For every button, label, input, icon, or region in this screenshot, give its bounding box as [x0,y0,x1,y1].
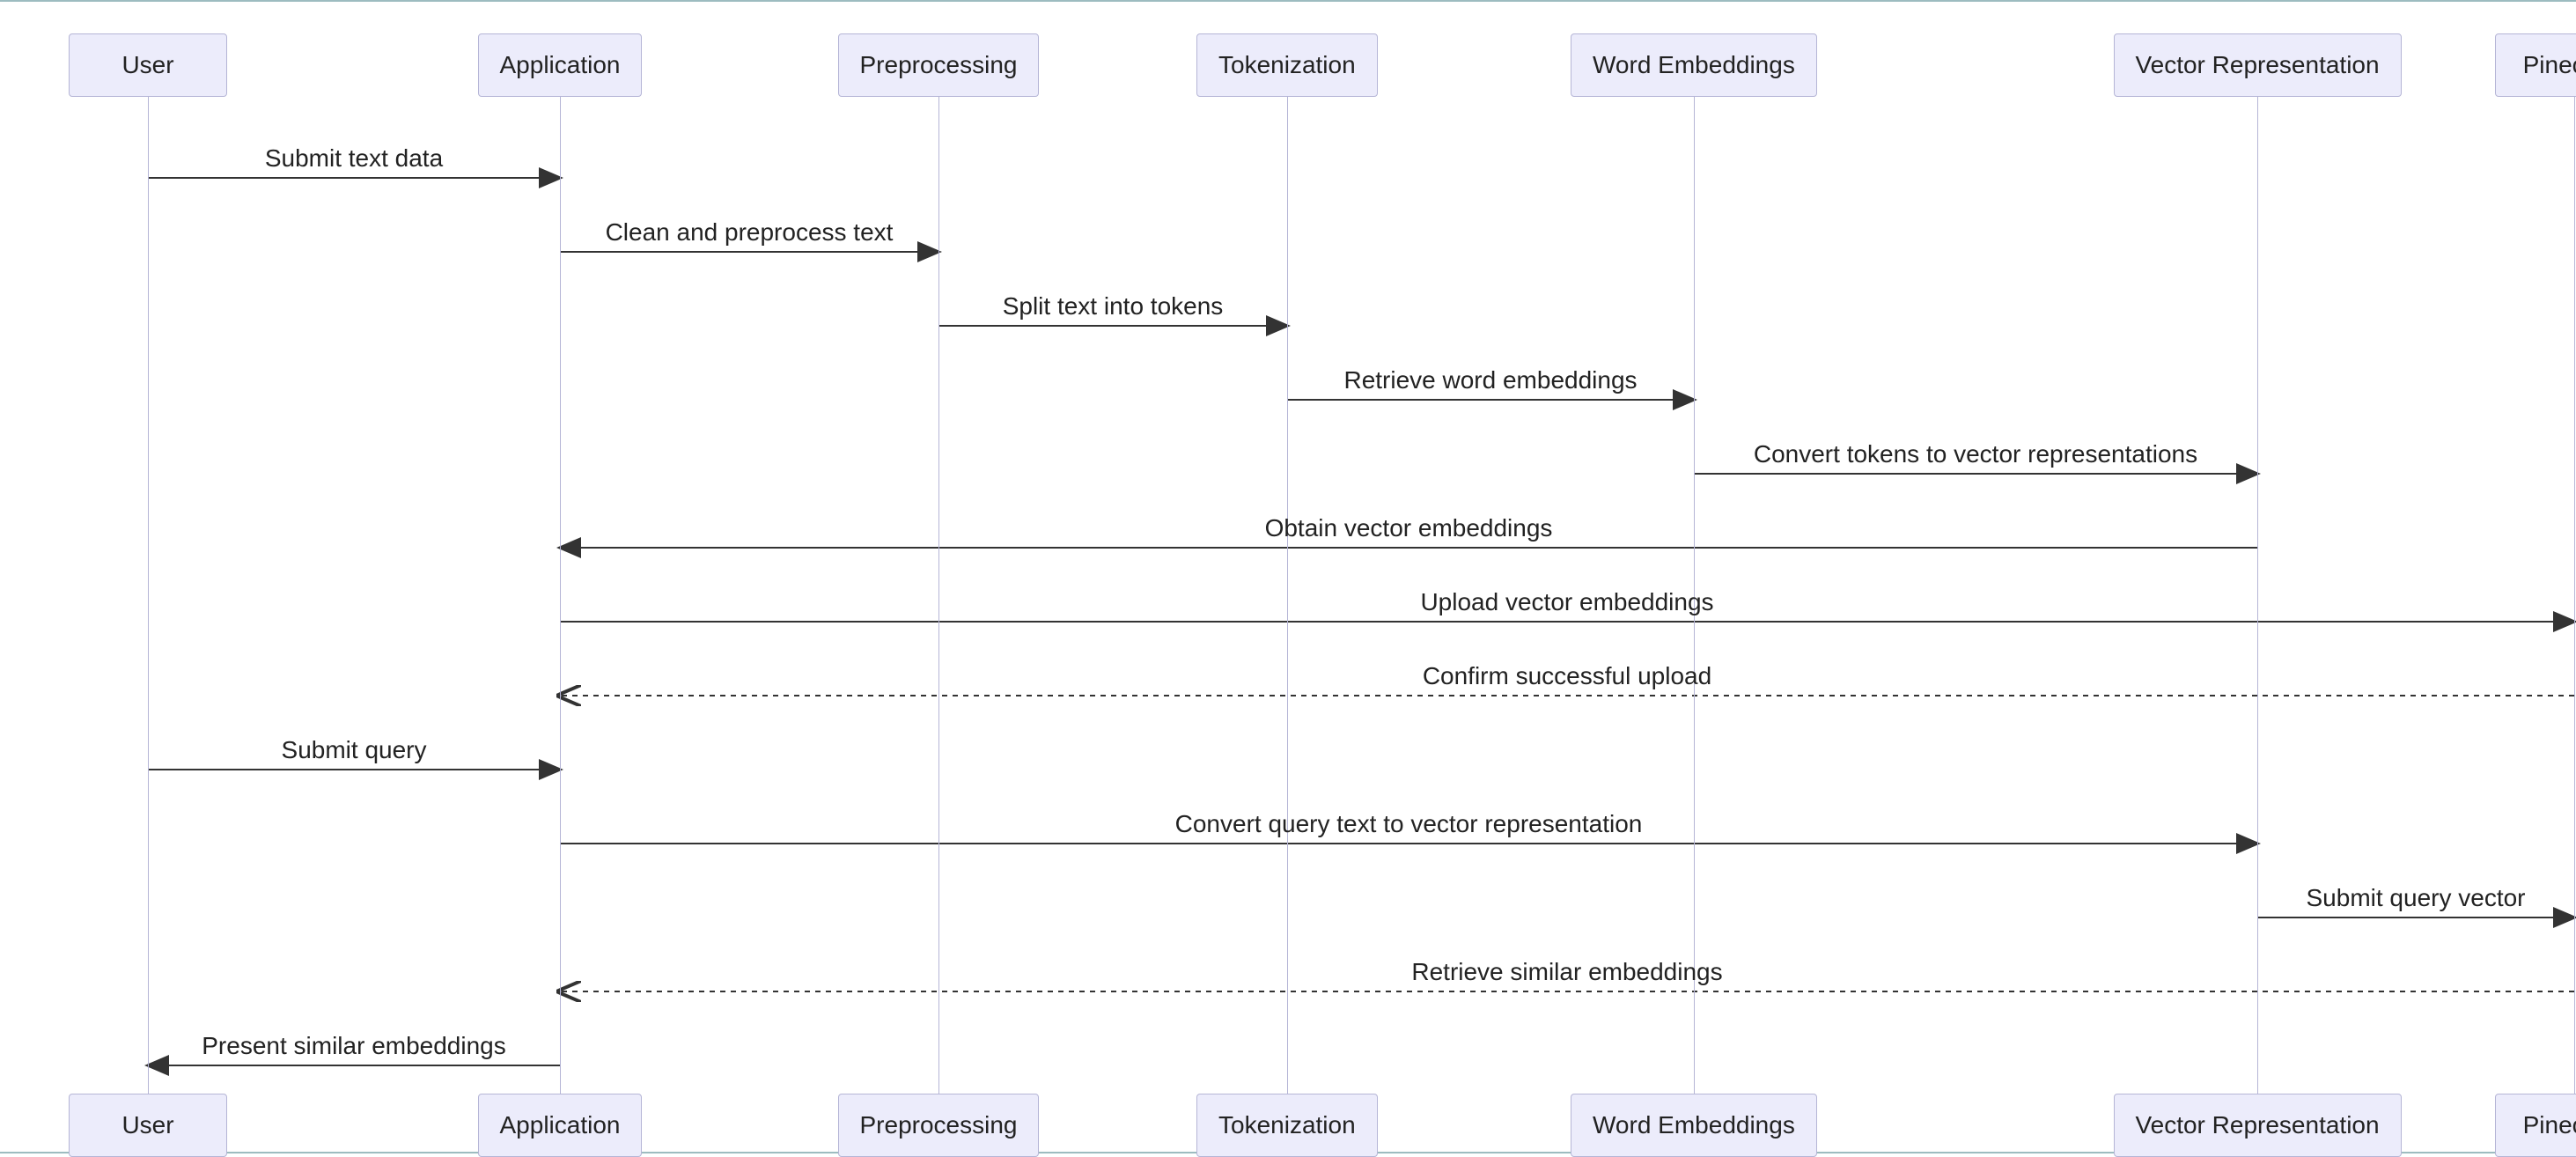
message-label: Retrieve similar embeddings [1411,958,1722,986]
actor-box-vecrep: Vector Representation [2114,1094,2402,1157]
actor-box-pinecone: Pinecone [2495,1094,2576,1157]
actor-box-user: User [69,33,227,97]
message-label: Convert tokens to vector representations [1754,440,2197,468]
message-label: Confirm successful upload [1423,662,1711,690]
actor-box-app: Application [478,1094,643,1157]
message-label: Upload vector embeddings [1420,588,1713,616]
actor-label: Vector Representation [2136,51,2380,79]
actor-label: Tokenization [1218,51,1356,79]
actor-box-user: User [69,1094,227,1157]
arrow-layer [0,2,2576,1155]
message-label: Submit query vector [2307,884,2526,912]
message-label: Retrieve word embeddings [1343,366,1637,394]
actor-box-token: Tokenization [1196,1094,1378,1157]
lifeline-pinecone [2574,97,2575,1094]
message-label: Split text into tokens [1003,292,1224,321]
actor-label: Vector Representation [2136,1111,2380,1139]
message-label: Submit query [282,736,427,764]
actor-label: User [121,51,173,79]
actor-label: Pinecone [2523,1111,2576,1139]
actor-label: Pinecone [2523,51,2576,79]
actor-box-embed: Word Embeddings [1571,33,1817,97]
lifeline-user [148,97,149,1094]
actor-label: Word Embeddings [1593,1111,1795,1139]
message-label: Obtain vector embeddings [1265,514,1553,542]
actor-label: User [121,1111,173,1139]
actor-label: Preprocessing [860,51,1018,79]
sequence-diagram: User User Application Application Preprocess… [0,0,2576,1153]
actor-box-pinecone: Pinecone [2495,33,2576,97]
actor-box-preproc: Preprocessing [838,1094,1040,1157]
actor-label: Word Embeddings [1593,51,1795,79]
lifeline-token [1287,97,1288,1094]
lifeline-app [560,97,561,1094]
actor-box-embed: Word Embeddings [1571,1094,1817,1157]
actor-box-preproc: Preprocessing [838,33,1040,97]
actor-label: Preprocessing [860,1111,1018,1139]
actor-label: Application [500,1111,621,1139]
actor-box-token: Tokenization [1196,33,1378,97]
actor-box-app: Application [478,33,643,97]
actor-label: Tokenization [1218,1111,1356,1139]
actor-box-vecrep: Vector Representation [2114,33,2402,97]
lifeline-vecrep [2257,97,2258,1094]
message-label: Clean and preprocess text [606,218,894,247]
message-label: Convert query text to vector representat… [1175,810,1643,838]
message-label: Submit text data [265,144,443,173]
lifeline-preproc [938,97,939,1094]
actor-label: Application [500,51,621,79]
message-label: Present similar embeddings [202,1032,506,1060]
